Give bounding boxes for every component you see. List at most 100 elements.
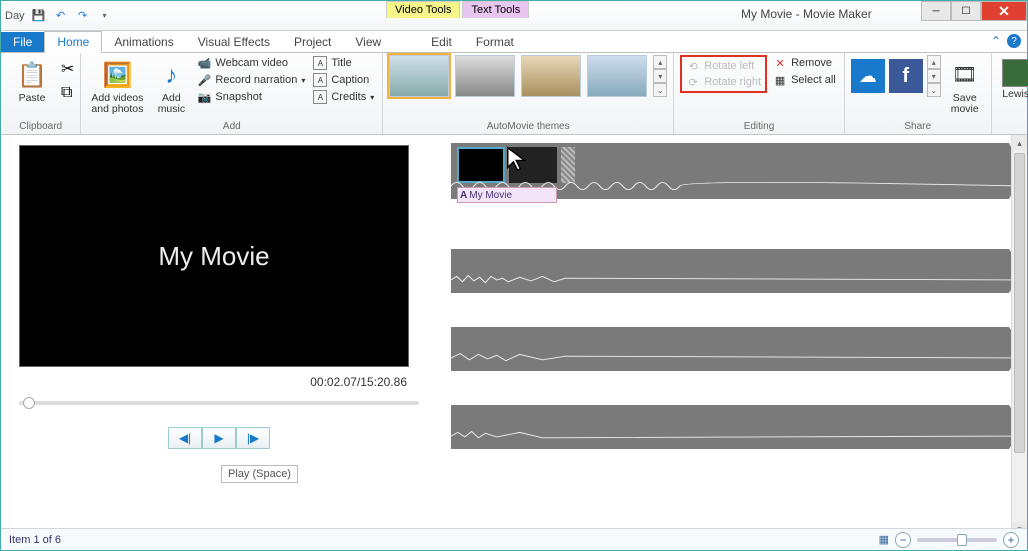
theme-1[interactable]: [389, 55, 449, 97]
tab-home[interactable]: Home: [44, 31, 102, 53]
copy-icon[interactable]: ⧉: [61, 84, 74, 102]
group-themes: ▴▾⌄ AutoMovie themes: [383, 53, 674, 134]
rotate-left-button[interactable]: ⟲Rotate left: [684, 58, 763, 74]
narration-button[interactable]: 🎤Record narration ▾: [195, 72, 307, 88]
rotate-right-button[interactable]: ⟳Rotate right: [684, 74, 763, 90]
tab-visual-effects[interactable]: Visual Effects: [186, 32, 282, 52]
ribbon: 📋 Paste ✂ ⧉ Clipboard 🖼️ Add videos and …: [1, 53, 1027, 135]
chevron-up-icon[interactable]: ▴: [653, 55, 667, 69]
save-movie-label: Save movie: [951, 93, 979, 115]
film-icon: 🎞: [949, 59, 981, 91]
zoom-thumb[interactable]: [957, 534, 967, 546]
close-button[interactable]: ✕: [981, 1, 1027, 21]
tab-file[interactable]: File: [1, 32, 44, 52]
waveform-3: [451, 349, 1023, 367]
thumbnails-icon[interactable]: ▦: [879, 533, 889, 546]
seek-thumb[interactable]: [23, 397, 35, 409]
caption-button[interactable]: ACaption: [311, 72, 376, 88]
timeline-pane[interactable]: A My Movie: [451, 135, 1027, 537]
tab-format[interactable]: Format: [464, 32, 526, 52]
skydrive-button[interactable]: ☁: [851, 59, 885, 93]
context-tab-tags: Video Tools Text Tools: [386, 1, 529, 18]
tab-animations[interactable]: Animations: [102, 32, 185, 52]
pre-text: Day: [5, 10, 25, 22]
theme-3[interactable]: [521, 55, 581, 97]
scroll-thumb[interactable]: [1014, 153, 1025, 453]
avatar: [1002, 59, 1028, 87]
timeline-track-4[interactable]: [451, 405, 1023, 449]
frame-back-button[interactable]: ◀|: [168, 427, 202, 449]
paste-button[interactable]: 📋 Paste: [7, 55, 57, 104]
main-area: My Movie 00:02.07/15:20.86 ◀| ▶ |▶ A My …: [1, 135, 1027, 537]
tab-view[interactable]: View: [343, 32, 393, 52]
rotate-left-icon: ⟲: [686, 59, 700, 73]
add-music-label: Add music: [158, 93, 185, 115]
play-tooltip: Play (Space): [221, 465, 298, 483]
caption-icon: A: [313, 73, 327, 87]
select-all-button[interactable]: ▦Select all: [771, 72, 838, 88]
group-themes-label: AutoMovie themes: [389, 120, 667, 134]
help-controls: ⌃ ?: [991, 34, 1021, 48]
frame-forward-button[interactable]: |▶: [236, 427, 270, 449]
playback-controls: ◀| ▶ |▶: [19, 427, 419, 449]
remove-button[interactable]: ✕Remove: [771, 55, 838, 71]
credits-button[interactable]: ACredits ▾: [311, 89, 376, 105]
seek-bar[interactable]: [19, 401, 419, 405]
save-icon[interactable]: 💾: [31, 8, 47, 24]
statusbar: Item 1 of 6 ▦ − +: [1, 528, 1027, 550]
help-icon[interactable]: ?: [1007, 34, 1021, 48]
title-clip[interactable]: A My Movie: [457, 187, 557, 203]
chevron-down-icon[interactable]: ▾: [653, 69, 667, 83]
group-clipboard: 📋 Paste ✂ ⧉ Clipboard: [1, 53, 81, 134]
add-music-button[interactable]: ♪ Add music: [151, 55, 191, 115]
collapse-ribbon-icon[interactable]: ⌃: [991, 34, 1001, 48]
add-videos-button[interactable]: 🖼️ Add videos and photos: [87, 55, 147, 115]
expand-icon[interactable]: ⌄: [653, 83, 667, 97]
zoom-in-button[interactable]: +: [1003, 532, 1019, 548]
tab-edit[interactable]: Edit: [419, 32, 464, 52]
mic-icon: 🎤: [197, 73, 211, 87]
group-editing: ⟲Rotate left ⟳Rotate right ✕Remove ▦Sele…: [674, 53, 845, 134]
minimize-button[interactable]: ─: [921, 1, 951, 21]
timeline-track-3[interactable]: [451, 327, 1023, 371]
webcam-icon: 📹: [197, 56, 211, 70]
zoom-slider[interactable]: [917, 538, 997, 542]
preview-title-overlay: My Movie: [158, 241, 269, 272]
group-add-label: Add: [87, 120, 376, 134]
user-button[interactable]: Lewis: [998, 55, 1028, 100]
facebook-button[interactable]: f: [889, 59, 923, 93]
paste-label: Paste: [19, 93, 46, 104]
maximize-button[interactable]: ☐: [951, 1, 981, 21]
redo-icon[interactable]: ↷: [75, 8, 91, 24]
remove-icon: ✕: [773, 56, 787, 70]
timecode: 00:02.07/15:20.86: [19, 375, 409, 389]
cut-icon[interactable]: ✂: [61, 59, 74, 79]
timeline-track-2[interactable]: [451, 249, 1023, 293]
save-movie-button[interactable]: 🎞 Save movie: [945, 55, 985, 115]
title-button[interactable]: ATitle: [311, 55, 376, 71]
play-button[interactable]: ▶: [202, 427, 236, 449]
add-videos-label: Add videos and photos: [91, 93, 143, 115]
preview-video[interactable]: My Movie: [19, 145, 409, 367]
group-add: 🖼️ Add videos and photos ♪ Add music 📹We…: [81, 53, 383, 134]
tab-project[interactable]: Project: [282, 32, 343, 52]
vertical-scrollbar[interactable]: ▴ ▾: [1011, 135, 1027, 537]
text-tools-tag: Text Tools: [462, 1, 529, 18]
quick-access-toolbar: Day 💾 ↶ ↷ ▾: [1, 8, 113, 24]
group-user: Lewis: [992, 53, 1028, 134]
webcam-button[interactable]: 📹Webcam video: [195, 55, 307, 71]
ribbon-tabs: File Home Animations Visual Effects Proj…: [1, 31, 1027, 53]
snapshot-button[interactable]: 📷Snapshot: [195, 89, 307, 105]
scroll-up-icon[interactable]: ▴: [1012, 135, 1027, 151]
share-scroll[interactable]: ▴▾⌄: [927, 55, 941, 97]
theme-4[interactable]: [587, 55, 647, 97]
status-item-count: Item 1 of 6: [9, 534, 61, 546]
group-share: ☁ f ▴▾⌄ 🎞 Save movie Share: [845, 53, 992, 134]
zoom-out-button[interactable]: −: [895, 532, 911, 548]
theme-2[interactable]: [455, 55, 515, 97]
waveform-2: [451, 271, 1023, 289]
titlebar: Day 💾 ↶ ↷ ▾ Video Tools Text Tools My Mo…: [1, 1, 1027, 31]
theme-scroll[interactable]: ▴▾⌄: [653, 55, 667, 97]
undo-icon[interactable]: ↶: [53, 8, 69, 24]
qat-dropdown-icon[interactable]: ▾: [97, 8, 113, 24]
